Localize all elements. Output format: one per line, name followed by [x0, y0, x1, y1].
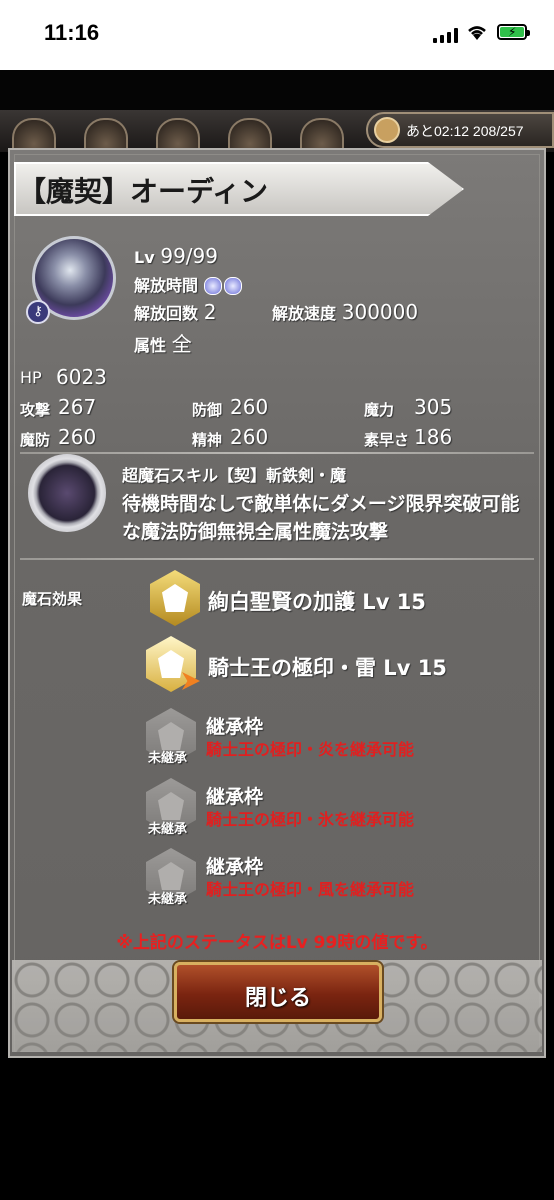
level-row: Lv 99/99 [134, 244, 218, 268]
effect-name: 絢白聖賢の加護 Lv 15 [208, 590, 426, 614]
magic-defense-label: 魔防 [20, 431, 51, 449]
speed-label: 素早さ [364, 431, 410, 449]
level-value: 99/99 [160, 244, 218, 268]
close-button-label: 閉じる [244, 986, 311, 1011]
hp-label: HP [20, 368, 42, 387]
inherit-slot-note: 騎士王の極印・炎を継承可能 [206, 740, 415, 759]
skill-emblem-icon [28, 454, 106, 532]
status-bar: 11:16 ⚡ [0, 0, 554, 70]
close-button[interactable]: 閉じる [174, 962, 382, 1022]
magic-value: 305 [414, 395, 453, 419]
element-label: 属性 [134, 336, 167, 355]
attack-value: 267 [58, 395, 97, 419]
hourglass-icon [374, 117, 400, 143]
divider [20, 558, 534, 560]
release-count-label: 解放回数 [134, 304, 199, 323]
spirit-value: 260 [230, 425, 269, 449]
release-count-row: 解放回数 2 [134, 300, 216, 324]
magic-defense-value: 260 [58, 425, 97, 449]
inherit-slot-note: 騎士王の極印・風を継承可能 [206, 880, 415, 899]
uninherited-badge: 未継承 [148, 822, 188, 837]
element-value: 全 [171, 332, 192, 356]
spirit-label: 精神 [192, 431, 223, 449]
release-time-label: 解放時間 [134, 276, 199, 295]
status-footnote: ※上記のステータスはLv 99時の値です。 [116, 933, 438, 953]
effect-name: 騎士王の極印・雷 Lv 15 [208, 656, 447, 680]
inherit-slot-title: 継承枠 [206, 716, 264, 738]
inherit-slot-title: 継承枠 [206, 856, 264, 878]
magic-label: 魔力 [364, 401, 395, 419]
attack-label: 攻撃 [20, 401, 51, 419]
divider [20, 452, 534, 454]
skill-description: 待機時間なしで敵単体にダメージ限界突破可能な魔法防御無視全属性魔法攻撃 [122, 493, 520, 543]
uninherited-badge: 未継承 [148, 892, 188, 907]
level-label: Lv [134, 248, 155, 267]
release-count-value: 2 [203, 300, 217, 324]
clock: 11:16 [44, 20, 100, 45]
element-row: 属性 全 [134, 328, 192, 357]
crystal-icon [203, 277, 222, 295]
key-icon: ⚷ [26, 300, 50, 324]
release-time-row: 解放時間 [134, 272, 244, 296]
crystal-icon [223, 277, 242, 295]
battery-icon: ⚡ [497, 24, 530, 40]
defense-value: 260 [230, 395, 269, 419]
stamina-timer: あと02:12 208/257 [366, 112, 554, 148]
uninherited-badge: 未継承 [148, 751, 188, 766]
release-speed-row: 解放速度 300000 [272, 300, 418, 324]
hp-value: 6023 [56, 365, 107, 389]
effects-label: 魔石効果 [22, 590, 83, 608]
speed-value: 186 [414, 425, 453, 449]
release-speed-label: 解放速度 [272, 304, 337, 323]
page-title: 【魔契】オーディン [18, 175, 269, 208]
inherit-slot-note: 騎士王の極印・氷を継承可能 [206, 810, 415, 829]
release-speed-value: 300000 [341, 300, 419, 324]
skill-heading: 超魔石スキル【契】斬鉄剣・魔 [122, 466, 347, 485]
inherit-slot-title: 継承枠 [206, 786, 264, 808]
wifi-icon [468, 26, 486, 40]
cellular-signal-icon [433, 27, 459, 43]
defense-label: 防御 [192, 401, 223, 419]
stamina-timer-text: あと02:12 208/257 [406, 123, 524, 139]
